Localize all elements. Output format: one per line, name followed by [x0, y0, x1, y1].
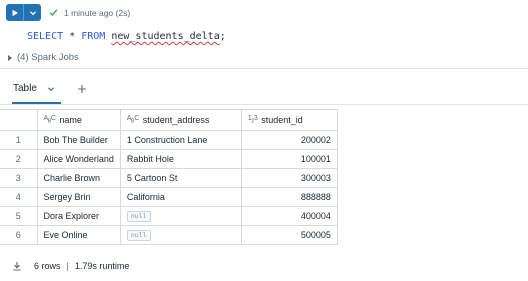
spark-jobs-label: (4) Spark Jobs [17, 52, 79, 63]
table-header-row: ABC name ABC student_address 123 student_id [0, 109, 338, 131]
runtime: 1.79s runtime [74, 261, 130, 271]
cell-student-id[interactable]: 300003 [240, 168, 338, 188]
expand-triangle-icon [8, 54, 12, 61]
cell-student-address[interactable]: 5 Cartoon St [119, 168, 242, 188]
column-header-label: student_address [142, 115, 210, 125]
cell-name[interactable]: Charlie Brown [36, 168, 121, 188]
column-header-name[interactable]: ABC name [36, 109, 121, 131]
cell-divider [0, 68, 528, 69]
row-index: 3 [0, 168, 38, 188]
row-index: 1 [0, 130, 38, 150]
cell-student-address[interactable]: Rabbit Hole [119, 149, 242, 169]
result-footer: 6 rows | 1.79s runtime [12, 261, 129, 271]
table-row[interactable]: 3 Charlie Brown 5 Cartoon St 300003 [0, 168, 338, 188]
add-tab-button[interactable] [77, 84, 87, 94]
code-line[interactable]: SELECT * FROM new_students_delta; [27, 31, 226, 42]
cell-student-id[interactable]: 200002 [240, 130, 338, 150]
download-button[interactable] [12, 261, 22, 271]
chevron-down-icon [29, 10, 36, 15]
cell-student-id[interactable]: 888888 [240, 187, 338, 207]
column-header-student-id[interactable]: 123 student_id [240, 109, 338, 131]
cell-student-id[interactable]: 100001 [240, 149, 338, 169]
row-index-header [0, 109, 38, 131]
sql-semicolon: ; [219, 31, 226, 42]
sql-keyword-from: FROM [81, 31, 106, 42]
row-index: 4 [0, 187, 38, 207]
cell-name[interactable]: Alice Wonderland [36, 149, 121, 169]
cell-name[interactable]: Eve Online [36, 225, 121, 245]
sql-star: * [69, 31, 76, 42]
string-type-icon: ABC [43, 115, 56, 125]
result-tabs: Table [12, 80, 87, 104]
row-count: 6 rows [34, 261, 61, 271]
cell-name[interactable]: Dora Explorer [36, 206, 121, 226]
chevron-down-icon[interactable] [47, 85, 55, 93]
results-table: ABC name ABC student_address 123 student_id… [0, 109, 338, 245]
tab-table-label: Table [13, 83, 37, 94]
download-icon [13, 262, 21, 271]
tab-bar-border [0, 104, 528, 105]
null-badge: null [126, 230, 151, 241]
row-index: 5 [0, 206, 38, 226]
check-icon [49, 9, 58, 17]
integer-type-icon: 123 [247, 115, 258, 125]
string-type-icon: ABC [126, 115, 139, 125]
run-split-button [6, 4, 41, 21]
table-row[interactable]: 4 Sergey Brin California 888888 [0, 187, 338, 207]
column-header-student-address[interactable]: ABC student_address [119, 109, 242, 131]
row-index: 2 [0, 149, 38, 169]
run-menu-button[interactable] [24, 4, 41, 21]
table-row[interactable]: 2 Alice Wonderland Rabbit Hole 100001 [0, 149, 338, 169]
row-index: 6 [0, 225, 38, 245]
column-header-label: student_id [261, 115, 303, 125]
run-status-text: 1 minute ago (2s) [64, 7, 131, 18]
column-header-label: name [59, 115, 82, 125]
table-row[interactable]: 5 Dora Explorer null 400004 [0, 206, 338, 226]
cell-run-bar: 1 minute ago (2s) [6, 4, 130, 21]
plus-icon [77, 84, 86, 93]
cell-name[interactable]: Bob The Builder [36, 130, 121, 150]
cell-student-address[interactable]: California [119, 187, 242, 207]
sql-keyword-select: SELECT [27, 31, 64, 42]
table-row[interactable]: 6 Eve Online null 500005 [0, 225, 338, 245]
run-button[interactable] [6, 4, 24, 21]
footer-separator: | [66, 261, 69, 271]
tab-table[interactable]: Table [12, 80, 61, 104]
cell-student-address[interactable]: null [119, 206, 242, 226]
cell-student-address[interactable]: 1 Construction Lane [119, 130, 242, 150]
run-status: 1 minute ago (2s) [49, 8, 130, 18]
cell-student-id[interactable]: 400004 [240, 206, 338, 226]
cell-name[interactable]: Sergey Brin [36, 187, 121, 207]
null-badge: null [126, 211, 151, 222]
spark-jobs-toggle[interactable]: (4) Spark Jobs [8, 52, 79, 63]
play-icon [12, 9, 18, 16]
table-row[interactable]: 1 Bob The Builder 1 Construction Lane 20… [0, 130, 338, 150]
sql-table-name: new_students_delta [111, 31, 220, 42]
cell-student-id[interactable]: 500005 [240, 225, 338, 245]
cell-student-address[interactable]: null [119, 225, 242, 245]
